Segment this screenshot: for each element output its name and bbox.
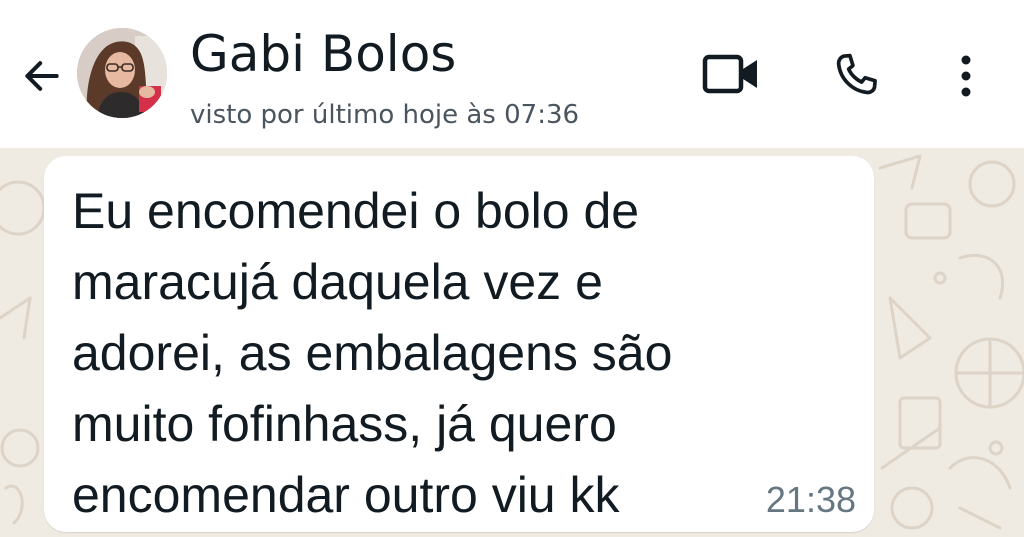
contact-name[interactable]: Gabi Bolos	[190, 22, 456, 86]
chat-header: Gabi Bolos visto por último hoje às 07:3…	[0, 0, 1024, 148]
video-call-button[interactable]	[698, 46, 764, 102]
message-timestamp: 21:38	[765, 479, 856, 520]
avatar-photo	[77, 28, 167, 118]
more-vertical-icon	[961, 55, 971, 97]
video-camera-icon	[702, 54, 757, 94]
arrow-left-icon	[25, 61, 59, 91]
message-text: Eu encomendei o bolo de maracujá daquela…	[72, 183, 673, 523]
last-seen-status: visto por último hoje às 07:36	[190, 100, 580, 130]
more-options-button[interactable]	[944, 46, 988, 106]
voice-call-button[interactable]	[826, 46, 886, 106]
phone-icon	[836, 53, 877, 95]
avatar[interactable]	[77, 28, 167, 118]
back-button[interactable]	[16, 50, 68, 102]
